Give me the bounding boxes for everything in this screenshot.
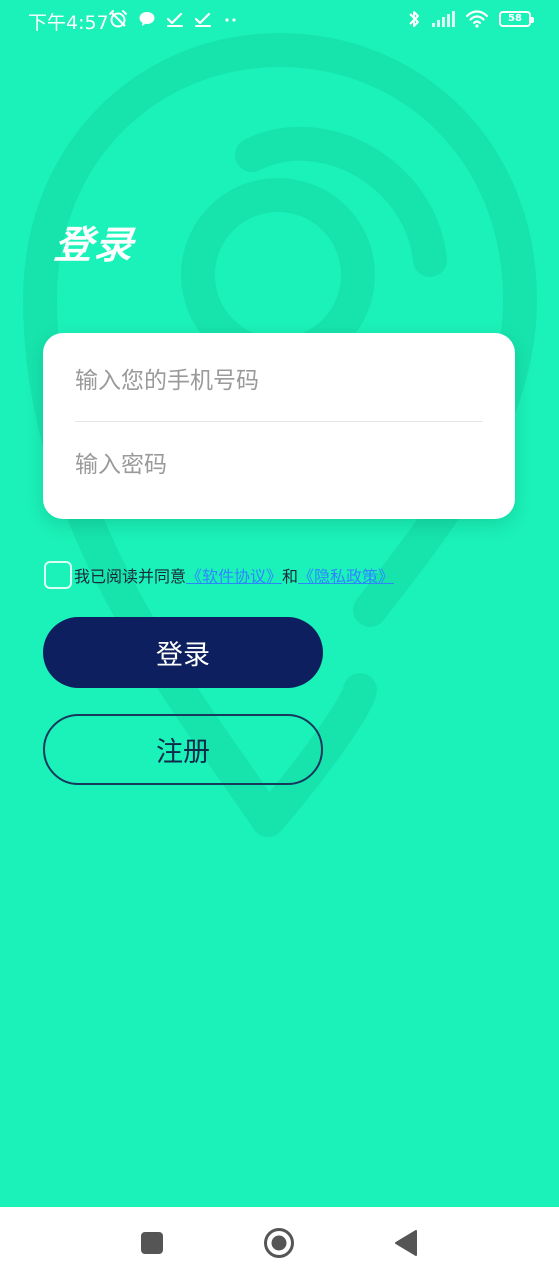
- login-form-card: [43, 333, 515, 519]
- home-circle-icon: [264, 1228, 294, 1258]
- software-agreement-link[interactable]: 《软件协议》: [186, 563, 282, 587]
- status-time: 下午4:57: [28, 12, 109, 34]
- more-dots-icon: [225, 18, 236, 22]
- battery-icon: 58: [499, 11, 534, 27]
- back-triangle-icon: [395, 1230, 417, 1256]
- agreement-row: 我已阅读并同意 《软件协议》 和 《隐私政策》: [44, 561, 394, 589]
- download-check-icon: [166, 12, 183, 27]
- signal-icon: [432, 11, 455, 27]
- wifi-icon: [465, 10, 489, 28]
- privacy-policy-link[interactable]: 《隐私政策》: [298, 563, 394, 587]
- app-screen: 下午4:57 58 登录 输入您的手机号码 我已阅读并同意 《软件协议》 和 《…: [0, 0, 559, 1207]
- download-check-icon-2: [194, 12, 211, 27]
- system-navigation-bar: [0, 1207, 559, 1280]
- login-button[interactable]: 登录: [43, 617, 323, 688]
- agreement-prefix: 我已阅读并同意: [74, 567, 187, 586]
- register-button[interactable]: 注册: [43, 714, 323, 785]
- agreement-conjunction: 和: [282, 567, 299, 586]
- square-icon: [141, 1232, 163, 1254]
- recent-apps-button[interactable]: [136, 1227, 168, 1259]
- chat-bubble-icon: [139, 12, 155, 26]
- agree-checkbox[interactable]: [44, 561, 72, 589]
- battery-level: 58: [508, 13, 522, 24]
- alarm-off-icon: [109, 10, 127, 28]
- bluetooth-icon: [409, 11, 419, 27]
- field-divider: [75, 421, 483, 422]
- page-title: 登录: [52, 223, 137, 267]
- home-button[interactable]: [263, 1227, 295, 1259]
- status-bar: 下午4:57 58: [0, 0, 559, 44]
- password-input[interactable]: [75, 435, 483, 495]
- back-button[interactable]: [390, 1227, 422, 1259]
- status-notification-icons: [108, 9, 240, 29]
- phone-number-input[interactable]: [75, 351, 483, 411]
- status-system-icons: 58: [407, 9, 534, 29]
